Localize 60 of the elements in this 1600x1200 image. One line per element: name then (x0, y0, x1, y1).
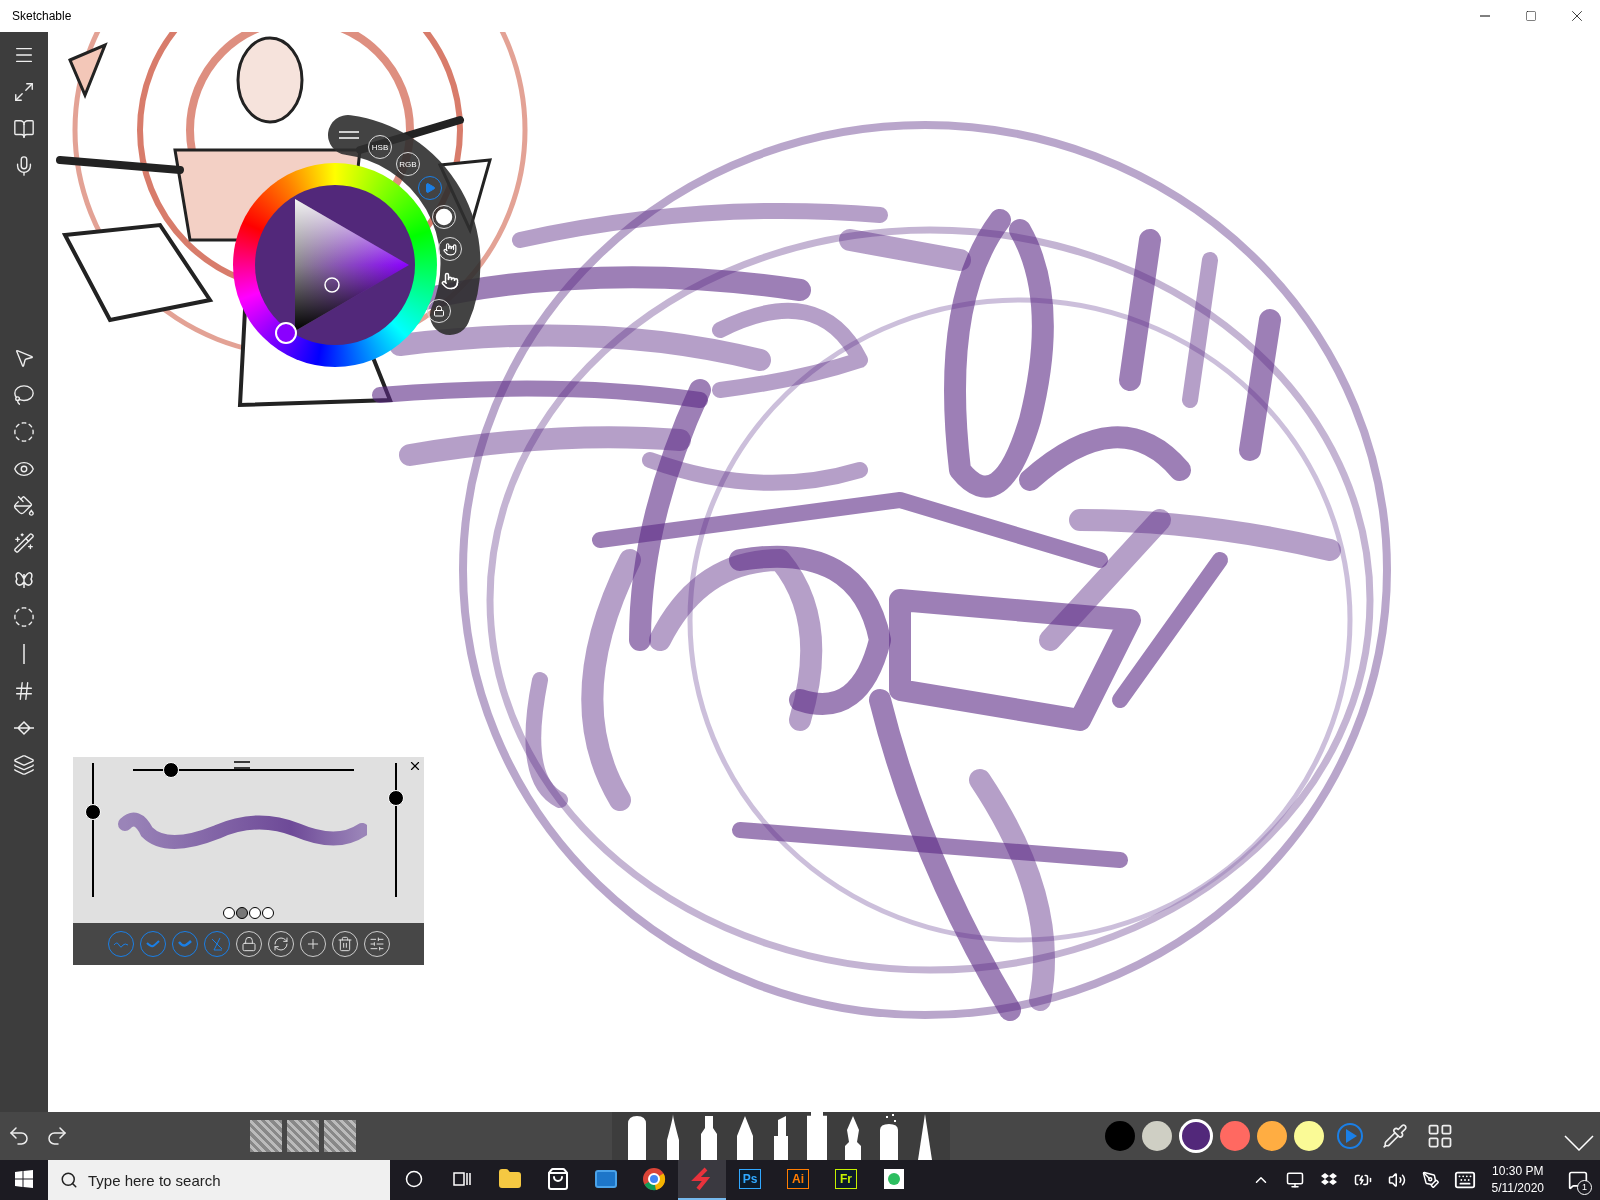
texture-swatch[interactable] (287, 1120, 319, 1152)
app-badge: Ai (787, 1169, 809, 1189)
refresh-icon (272, 936, 289, 952)
slider-thumb[interactable] (85, 804, 101, 820)
minimize-icon (1480, 15, 1490, 17)
drag-handle-icon (339, 131, 359, 139)
trash-icon (336, 936, 353, 952)
close-icon[interactable] (408, 759, 422, 773)
color-picker-handle[interactable] (323, 276, 341, 294)
slider-thumb[interactable] (388, 789, 404, 806)
shopping-bag-icon (546, 1167, 570, 1191)
note-app-icon (882, 1167, 906, 1191)
message-icon (1568, 1170, 1588, 1190)
lock-icon (240, 936, 257, 952)
taskbar-app-button[interactable]: Fr (822, 1160, 870, 1200)
eyedropper-icon (1382, 1123, 1408, 1149)
play-icon (424, 182, 436, 194)
page-dot[interactable] (236, 907, 248, 919)
notifications-button[interactable]: 1 (1556, 1160, 1600, 1200)
taskbar-app-button[interactable]: Ps (726, 1160, 774, 1200)
grid-icon (1426, 1122, 1454, 1150)
dot-icon (435, 208, 453, 226)
notification-count: 1 (1577, 1180, 1592, 1195)
folder-icon (498, 1167, 522, 1191)
windows-logo-icon (15, 1170, 33, 1188)
mail-icon (594, 1167, 618, 1191)
circle-icon (405, 1170, 423, 1188)
clock[interactable]: 10:30 PM 5/11/2020 (1483, 1163, 1552, 1197)
page-dot[interactable] (262, 907, 274, 919)
color-swatch[interactable] (1220, 1121, 1250, 1151)
app-badge: Fr (835, 1169, 857, 1189)
play-icon (1336, 1122, 1364, 1150)
color-swatch[interactable] (1294, 1121, 1324, 1151)
color-swatch[interactable] (1142, 1121, 1172, 1151)
task-view-icon (452, 1170, 472, 1188)
page-dot[interactable] (223, 907, 235, 919)
chevron-down-icon (1564, 1135, 1594, 1151)
clock-date: 5/11/2020 (1491, 1180, 1544, 1197)
taskbar-app-button[interactable]: Ai (774, 1160, 822, 1200)
undo-icon (7, 1124, 31, 1148)
restore-icon (1525, 10, 1537, 22)
texture-swatch[interactable] (250, 1120, 282, 1152)
color-swatch[interactable] (1105, 1121, 1135, 1151)
page-dot[interactable] (249, 907, 261, 919)
texture-swatch[interactable] (324, 1120, 356, 1152)
clock-time: 10:30 PM (1492, 1163, 1544, 1180)
pointer-hand-icon (441, 272, 459, 290)
lock-icon (433, 305, 445, 317)
color-swatch[interactable] (1257, 1121, 1287, 1151)
slider-thumb[interactable] (163, 762, 180, 778)
hand-icon (443, 242, 457, 256)
color-swatch[interactable] (1179, 1119, 1213, 1153)
browser-icon (642, 1167, 666, 1191)
taskbar-search-field[interactable]: Type here to search (48, 1160, 390, 1200)
app-badge: Ps (739, 1169, 761, 1189)
window-title: Sketchable (11, 9, 72, 23)
redo-icon (45, 1124, 69, 1148)
sliders-icon (368, 936, 385, 952)
hue-handle[interactable] (275, 322, 297, 344)
search-icon (60, 1171, 78, 1189)
